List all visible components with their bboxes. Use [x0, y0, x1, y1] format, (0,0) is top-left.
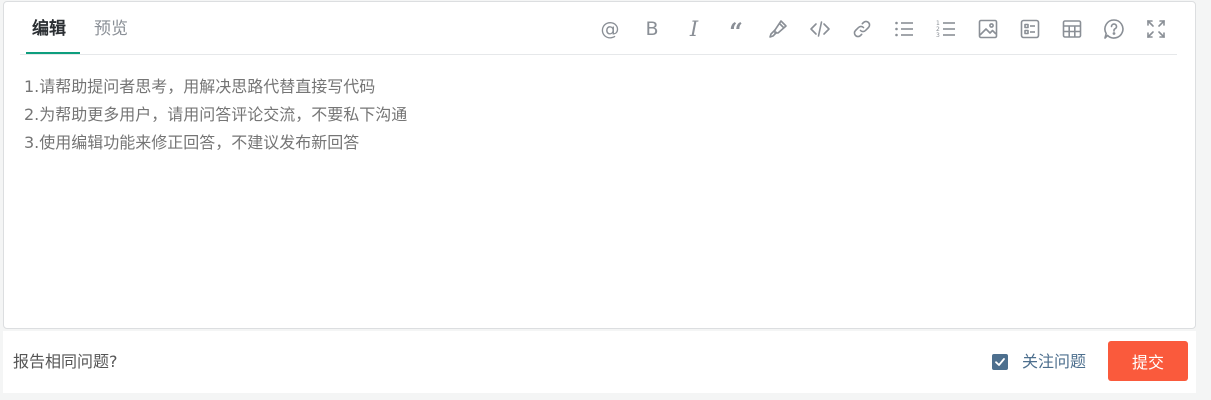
bold-icon: B — [645, 18, 659, 40]
tab-preview[interactable]: 预览 — [94, 18, 128, 40]
bullet-list-icon — [895, 21, 913, 37]
fullscreen-icon — [1147, 20, 1165, 38]
table-icon — [1062, 20, 1082, 38]
question-bubble-icon — [1104, 19, 1124, 39]
mention-button[interactable]: @ — [589, 15, 631, 43]
ordered-list-icon: 1 2 3 — [936, 20, 955, 39]
editor-footer: 报告相同问题? 关注问题 提交 — [3, 331, 1196, 393]
italic-button[interactable]: I — [673, 15, 715, 43]
checkmark-icon — [995, 358, 1005, 366]
submit-button[interactable]: 提交 — [1108, 341, 1188, 381]
fullscreen-button[interactable] — [1135, 15, 1177, 43]
image-button[interactable] — [967, 15, 1009, 43]
svg-text:3: 3 — [936, 32, 940, 39]
link-icon — [853, 20, 871, 38]
link-button[interactable] — [841, 15, 883, 43]
answer-editor: 编辑 预览 @ B I “ 1 2 3 1.请帮助提问者思考，用解决思路代替直接… — [3, 1, 1196, 329]
table-button[interactable] — [1051, 15, 1093, 43]
at-icon: @ — [600, 18, 620, 40]
active-tab-indicator — [26, 52, 80, 54]
highlight-button[interactable] — [757, 15, 799, 43]
bullet-list-button[interactable] — [883, 15, 925, 43]
tab-edit[interactable]: 编辑 — [32, 18, 66, 40]
ordered-list-button[interactable]: 1 2 3 — [925, 15, 967, 43]
checklist-icon — [1020, 19, 1040, 39]
task-list-button[interactable] — [1009, 15, 1051, 43]
quote-icon: “ — [729, 17, 743, 46]
help-button[interactable] — [1093, 15, 1135, 43]
follow-checkbox[interactable] — [991, 354, 1008, 370]
formatting-tools: @ B I “ 1 2 3 — [589, 15, 1177, 46]
editor-toolbar: 编辑 预览 @ B I “ 1 2 3 — [20, 2, 1177, 55]
follow-question-toggle[interactable]: 关注问题 — [991, 351, 1086, 373]
code-button[interactable] — [799, 15, 841, 43]
answer-textarea[interactable] — [24, 73, 1175, 318]
quote-button[interactable]: “ — [715, 15, 757, 46]
report-same-question-link[interactable]: 报告相同问题? — [13, 350, 118, 374]
image-icon — [978, 19, 998, 39]
italic-icon: I — [689, 17, 699, 41]
brush-icon — [769, 20, 787, 38]
follow-label: 关注问题 — [1021, 352, 1086, 371]
bold-button[interactable]: B — [631, 15, 673, 43]
code-icon — [810, 21, 830, 37]
